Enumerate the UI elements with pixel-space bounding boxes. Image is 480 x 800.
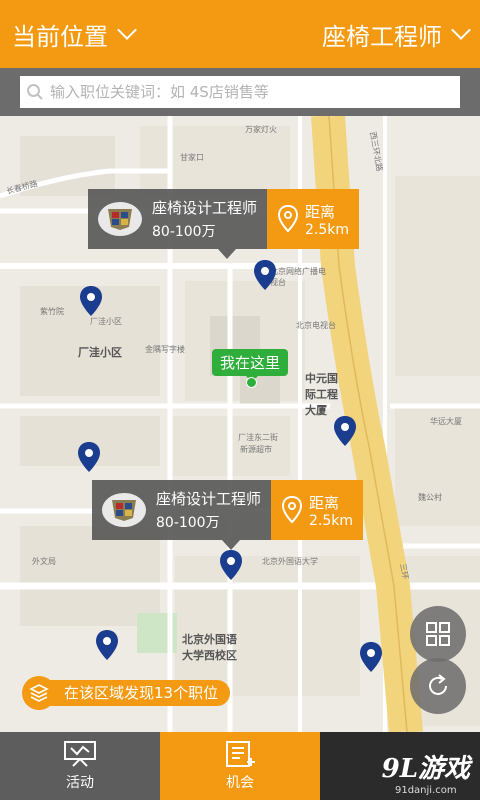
grid-icon: [426, 622, 450, 646]
tab-activity[interactable]: 活动: [0, 732, 160, 800]
map-label: 厂洼小区: [90, 317, 122, 326]
search-bar: [0, 68, 480, 116]
job-salary: 80-100万: [156, 515, 220, 531]
tab-third[interactable]: 9L游戏 91danji.com: [320, 732, 480, 800]
top-bar: 当前位置 座椅工程师: [0, 0, 480, 68]
map-label: 外文局: [32, 557, 56, 566]
location-selector-label: 当前位置: [12, 22, 108, 51]
map-label: 甘家口: [180, 153, 204, 162]
location-pin-icon[interactable]: [254, 260, 276, 290]
location-pin-icon: [278, 204, 299, 233]
map-label: 中元国际工程大厦: [305, 372, 338, 417]
map-label: 厂洼小区: [78, 346, 122, 359]
location-pin-icon[interactable]: [78, 442, 100, 472]
map-label: 北京外国语大学: [262, 557, 318, 566]
tab-label: 机会: [226, 775, 254, 791]
location-pin-icon[interactable]: [96, 630, 118, 660]
search-icon: [27, 84, 43, 100]
search-box[interactable]: [20, 76, 460, 108]
job-salary: 80-100万: [152, 224, 216, 240]
watermark: 9L游戏 91danji.com: [382, 748, 470, 796]
job-selector[interactable]: 座椅工程师: [322, 17, 471, 52]
location-pin-icon[interactable]: [80, 286, 102, 316]
activity-icon: [64, 741, 96, 767]
job-card-pointer: [218, 249, 236, 259]
chevron-down-icon: [451, 20, 471, 40]
job-card[interactable]: 座椅设计工程师 80-100万 距离 2.5km: [92, 480, 364, 550]
opportunity-icon: [226, 741, 255, 767]
watermark-url: 91danji.com: [394, 785, 457, 796]
job-card-distance: 距离 2.5km: [267, 189, 360, 249]
map-label: 新源超市: [240, 445, 272, 454]
location-pin-icon[interactable]: [360, 642, 382, 672]
map-view[interactable]: 长春桥路 万家灯火 西三环北路 厂洼小区 厂洼小区 金隅写字楼 北京电视台 中元…: [0, 116, 480, 732]
map-label: 华远大厦: [430, 417, 462, 426]
distance-value: 2.5km: [305, 221, 350, 238]
tab-label: 活动: [66, 775, 94, 791]
job-card-pointer: [222, 540, 240, 550]
location-pin-icon[interactable]: [220, 550, 242, 580]
location-pin-icon[interactable]: [334, 416, 356, 446]
job-card[interactable]: 座椅设计工程师 80-100万 距离 2.5km: [88, 189, 360, 259]
map-label: 北京外国语大学西校区: [182, 633, 237, 662]
job-card-distance: 距离 2.5km: [271, 480, 364, 540]
grid-view-button[interactable]: [410, 606, 466, 662]
distance-value: 2.5km: [309, 512, 354, 529]
location-selector[interactable]: 当前位置: [12, 17, 137, 52]
cadillac-logo-icon: [98, 202, 142, 236]
cadillac-logo-icon: [102, 493, 146, 527]
layers-icon: [22, 676, 56, 710]
chevron-down-icon: [117, 20, 137, 40]
bottom-tab-bar: 活动 机会 9L游戏 91danji.com: [0, 732, 480, 800]
map-label: 魏公村: [418, 493, 442, 502]
current-location-dot: [246, 377, 257, 388]
job-selector-label: 座椅工程师: [322, 22, 442, 51]
job-count-badge[interactable]: 在该区域发现13个职位: [22, 676, 231, 710]
location-pin-icon: [282, 495, 303, 524]
map-label: 金隅写字楼: [145, 345, 185, 354]
job-card-info: 座椅设计工程师 80-100万: [88, 189, 268, 249]
map-label: 北京电视台: [296, 321, 336, 330]
job-title: 座椅设计工程师: [156, 490, 262, 508]
refresh-button[interactable]: [410, 658, 466, 714]
distance-label: 距离: [305, 202, 336, 221]
tab-opportunity[interactable]: 机会: [160, 732, 320, 800]
map-label: 厂洼东二街: [238, 433, 278, 442]
job-card-info: 座椅设计工程师 80-100万: [92, 480, 272, 540]
current-location-label: 我在这里: [212, 349, 289, 382]
map-label: 北京网络广播电视台: [270, 267, 326, 287]
map-label: 紫竹院: [40, 307, 64, 316]
search-input[interactable]: [50, 83, 454, 101]
refresh-icon: [429, 674, 447, 695]
map-label: 万家灯火: [245, 125, 277, 134]
watermark-logo: 9L游戏: [381, 754, 470, 784]
job-count-text: 在该区域发现13个职位: [42, 680, 231, 706]
distance-label: 距离: [309, 493, 340, 512]
job-title: 座椅设计工程师: [152, 199, 258, 217]
